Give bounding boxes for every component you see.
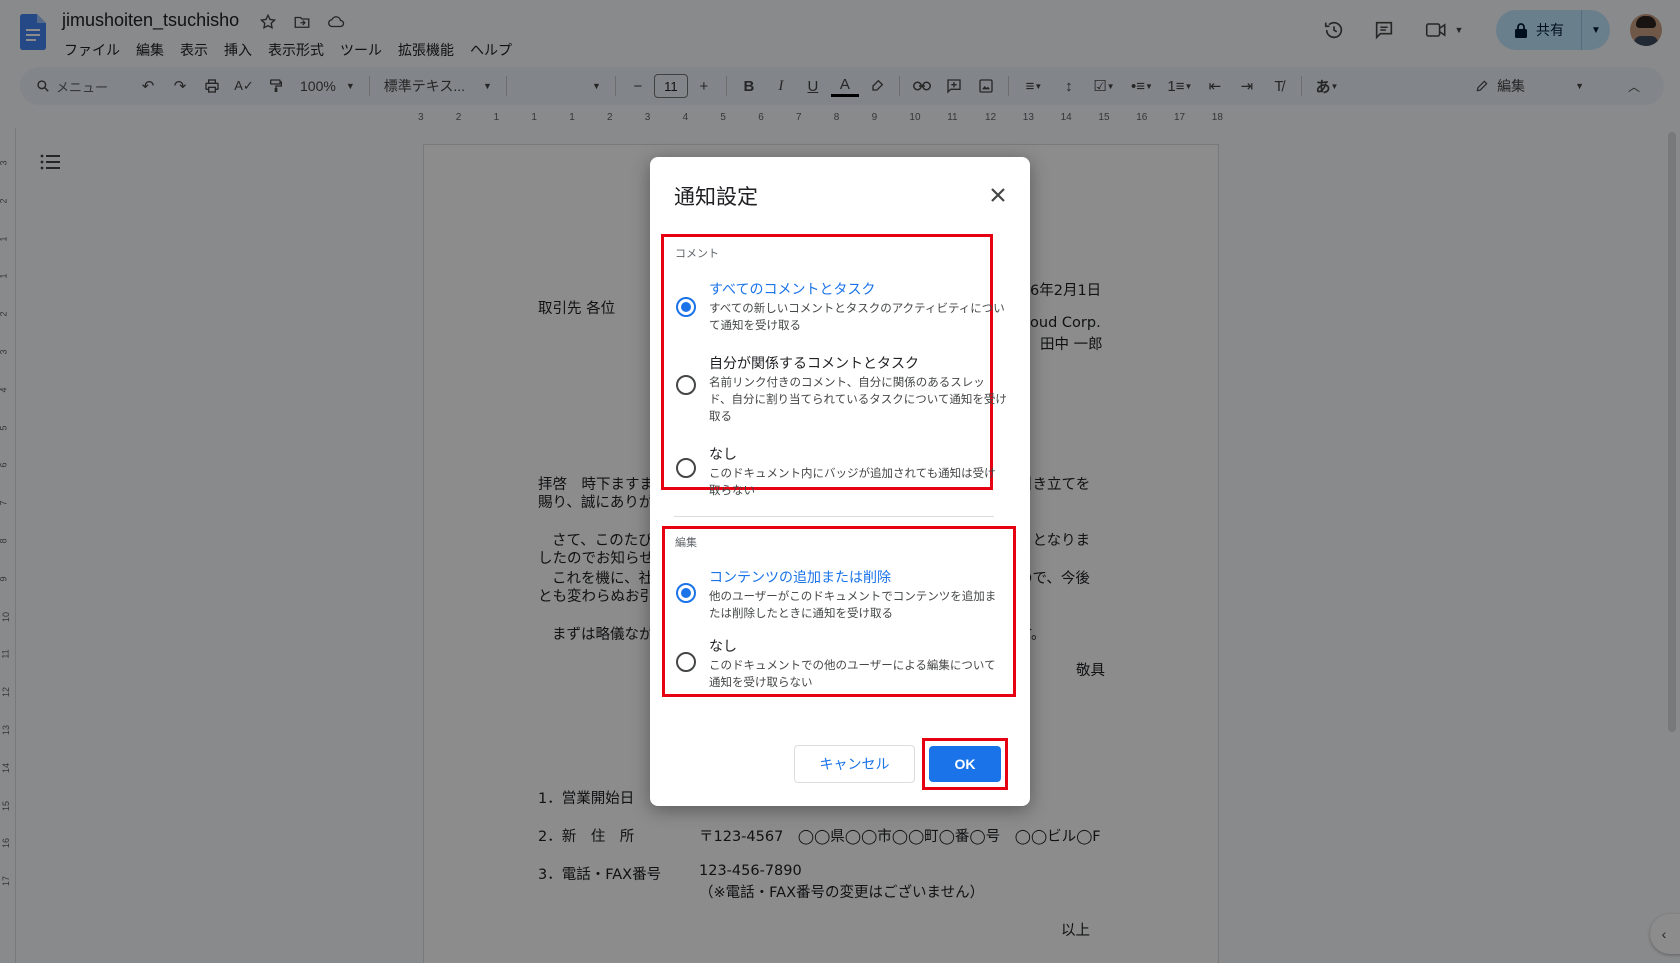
option-description: このドキュメントでの他のユーザーによる編集について通知を受け取らない bbox=[709, 660, 996, 689]
comment-option-none[interactable]: なし このドキュメント内にバッジが追加されても通知は受け取らない bbox=[674, 444, 1012, 497]
option-description: このドキュメント内にバッジが追加されても通知は受け取らない bbox=[709, 468, 996, 497]
option-description: すべての新しいコメントとタスクのアクティビティについて通知を受け取る bbox=[709, 303, 1005, 332]
option-title: すべてのコメントとタスク bbox=[709, 281, 876, 297]
close-icon[interactable] bbox=[988, 185, 1008, 205]
radio-comment-all[interactable] bbox=[676, 297, 696, 317]
radio-comment-involved[interactable] bbox=[676, 375, 696, 395]
option-description: 他のユーザーがこのドキュメントでコンテンツを追加または削除したときに通知を受け取… bbox=[709, 591, 997, 620]
option-title: 自分が関係するコメントとタスク bbox=[709, 355, 919, 371]
edit-option-none[interactable]: なし このドキュメントでの他のユーザーによる編集について通知を受け取らない bbox=[674, 636, 1012, 689]
radio-edit-none[interactable] bbox=[676, 652, 696, 672]
cancel-button[interactable]: キャンセル bbox=[794, 745, 915, 783]
option-title: なし bbox=[709, 446, 737, 462]
radio-edit-content[interactable] bbox=[676, 583, 696, 603]
option-title: コンテンツの追加または削除 bbox=[709, 569, 891, 585]
radio-comment-none[interactable] bbox=[676, 458, 696, 478]
option-description: 名前リンク付きのコメント、自分に関係のあるスレッド、自分に割り当てられているタス… bbox=[709, 377, 1007, 423]
comments-section-label: コメント bbox=[675, 248, 719, 260]
option-title: なし bbox=[709, 638, 737, 654]
edits-section-label: 編集 bbox=[675, 537, 697, 549]
edit-option-content[interactable]: コンテンツの追加または削除 他のユーザーがこのドキュメントでコンテンツを追加また… bbox=[674, 567, 1012, 620]
ok-button[interactable]: OK bbox=[929, 746, 1001, 782]
comment-option-involved[interactable]: 自分が関係するコメントとタスク 名前リンク付きのコメント、自分に関係のあるスレッ… bbox=[674, 353, 1012, 425]
notification-settings-dialog: 通知設定 コメント すべてのコメントとタスク すべての新しいコメントとタスクのア… bbox=[650, 157, 1030, 806]
comment-option-all[interactable]: すべてのコメントとタスク すべての新しいコメントとタスクのアクティビティについて… bbox=[674, 279, 1012, 335]
section-divider bbox=[674, 516, 994, 517]
dialog-title: 通知設定 bbox=[674, 186, 758, 209]
